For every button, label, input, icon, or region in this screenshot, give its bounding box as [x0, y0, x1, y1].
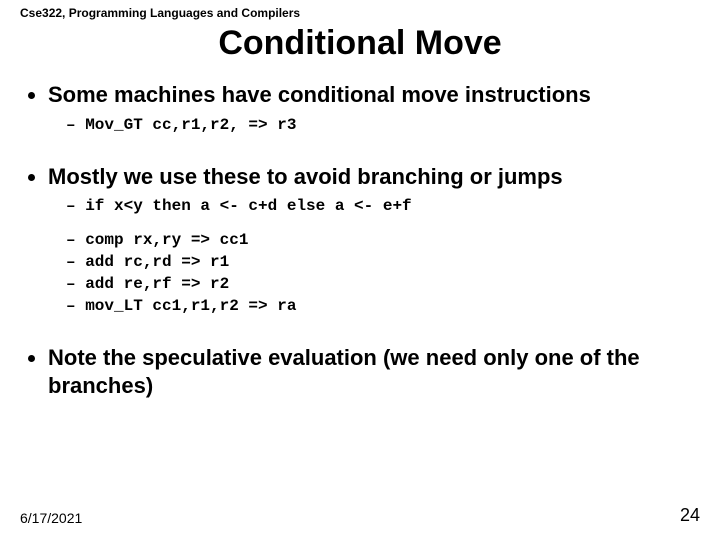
footer-date: 6/17/2021	[20, 510, 82, 526]
code-line: comp rx,ry => cc1	[66, 230, 700, 250]
slide-title: Conditional Move	[20, 24, 700, 63]
code-line: add rc,rd => r1	[66, 252, 700, 272]
bullet-1-text: Some machines have conditional move inst…	[48, 82, 591, 107]
bullet-1-code: Mov_GT cc,r1,r2, => r3	[48, 115, 700, 135]
page-number: 24	[680, 505, 700, 526]
bullet-3: Note the speculative evaluation (we need…	[48, 344, 700, 399]
bullet-3-text: Note the speculative evaluation (we need…	[48, 345, 640, 398]
code-line: mov_LT cc1,r1,r2 => ra	[66, 296, 700, 316]
bullet-1: Some machines have conditional move inst…	[48, 81, 700, 135]
bullet-2-text: Mostly we use these to avoid branching o…	[48, 164, 563, 189]
bullet-2-code-block: comp rx,ry => cc1 add rc,rd => r1 add re…	[48, 230, 700, 316]
code-line: if x<y then a <- c+d else a <- e+f	[66, 196, 700, 216]
code-line: Mov_GT cc,r1,r2, => r3	[66, 115, 700, 135]
course-header: Cse322, Programming Languages and Compil…	[20, 6, 700, 20]
bullet-2-code: if x<y then a <- c+d else a <- e+f	[48, 196, 700, 216]
footer: 6/17/2021 24	[20, 505, 700, 526]
spacer	[48, 145, 700, 163]
spacer	[48, 326, 700, 344]
bullet-list: Some machines have conditional move inst…	[20, 81, 700, 399]
slide: Cse322, Programming Languages and Compil…	[0, 0, 720, 540]
code-line: add re,rf => r2	[66, 274, 700, 294]
bullet-2: Mostly we use these to avoid branching o…	[48, 163, 700, 317]
